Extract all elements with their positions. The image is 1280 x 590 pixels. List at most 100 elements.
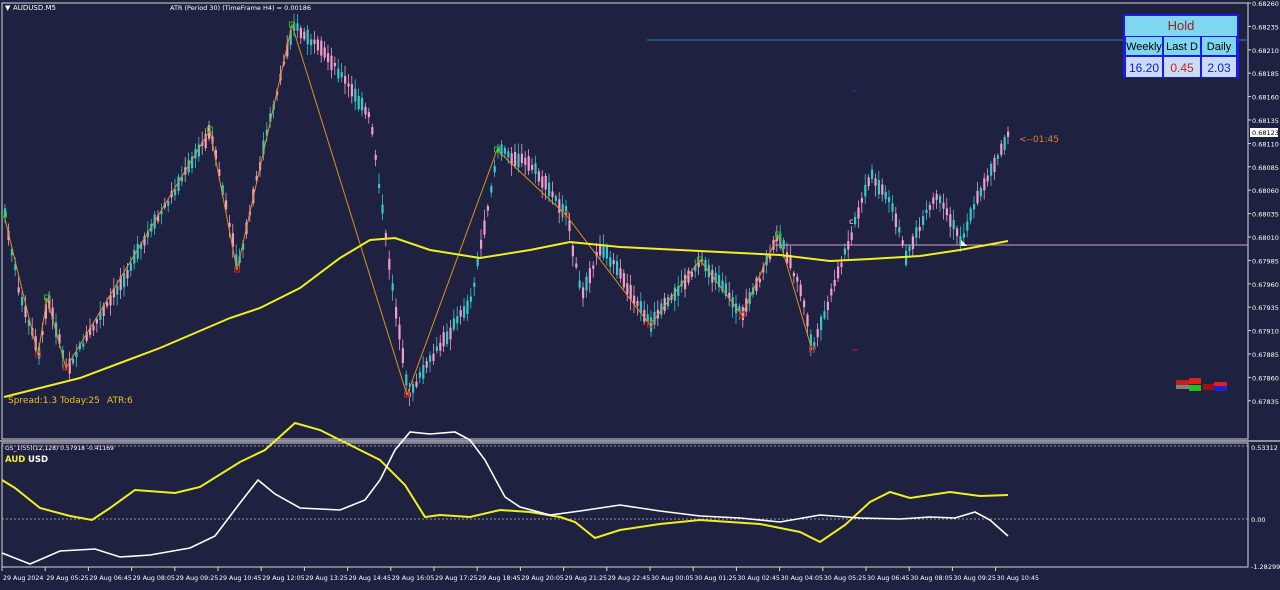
atr-indicator-label: ATR (Period 30) (TimeFrame H4) = 0.00186 — [170, 4, 311, 12]
candle — [847, 241, 850, 250]
candle — [837, 266, 840, 279]
time-tick: 30 Aug 05:25 — [824, 575, 866, 582]
candle — [378, 184, 381, 189]
candle — [551, 191, 554, 198]
candle — [432, 353, 435, 361]
candle — [891, 203, 894, 212]
candle — [932, 197, 935, 204]
candle — [939, 196, 942, 204]
candle — [854, 216, 857, 225]
time-tick: 29 Aug 21:25 — [565, 575, 607, 582]
time-tick: 29 Aug 06:45 — [89, 575, 131, 582]
header-last-d: Last D — [1163, 36, 1201, 56]
candle — [588, 268, 591, 284]
candle — [857, 207, 860, 219]
candle — [782, 240, 785, 250]
candle — [806, 314, 809, 327]
candle — [884, 191, 887, 200]
candle — [979, 187, 982, 197]
time-tick: 29 Aug 12:05 — [262, 575, 304, 582]
candle — [361, 97, 364, 111]
candle — [922, 216, 925, 225]
value-last-d: 0.45 — [1163, 56, 1201, 78]
time-tick: 30 Aug 08:05 — [910, 575, 952, 582]
atr-text: ATR:6 — [107, 396, 133, 406]
candle — [864, 184, 867, 197]
candle — [843, 248, 846, 255]
candle — [429, 355, 432, 362]
time-tick: 29 Aug 16:05 — [392, 575, 434, 582]
candle — [888, 197, 891, 203]
price-tick: 0.68035 — [1252, 211, 1279, 219]
candle — [469, 296, 472, 302]
candle — [126, 269, 129, 279]
candle — [942, 202, 945, 209]
candle — [174, 189, 177, 196]
time-tick: 30 Aug 00:05 — [651, 575, 693, 582]
signal-panel: Hold Weekly Last D Daily 16.20 0.45 2.03 — [1123, 14, 1239, 78]
candle — [439, 342, 442, 351]
candle — [476, 257, 479, 266]
candle — [966, 221, 969, 231]
price-tick: 0.68160 — [1252, 94, 1279, 102]
time-tick: 29 Aug 10:45 — [219, 575, 261, 582]
chart-canvas[interactable]: c ◣ ▼ AUDUSD.M5 ATR (Period 30) (TimeFra… — [0, 0, 1280, 586]
candle — [313, 39, 316, 44]
candle — [537, 171, 540, 182]
trading-chart-window[interactable]: c ◣ ▼ AUDUSD.M5 ATR (Period 30) (TimeFra… — [0, 0, 1280, 586]
candle — [898, 227, 901, 233]
time-tick: 29 Aug 22:45 — [608, 575, 650, 582]
time-tick: 29 Aug 08:05 — [133, 575, 175, 582]
candle — [871, 169, 874, 179]
candle — [337, 68, 340, 79]
time-tick: 30 Aug 01:25 — [694, 575, 736, 582]
bar-countdown: <--01:45 — [1019, 135, 1059, 145]
symbol-label[interactable]: AUDUSD.M5 — [13, 4, 56, 12]
time-tick: 30 Aug 02:45 — [737, 575, 779, 582]
value-weekly: 16.20 — [1125, 56, 1163, 78]
spread-text: Spread:1.3 — [8, 396, 57, 406]
sub-bottom-tick: -1.28299 — [1251, 563, 1280, 571]
time-tick: 30 Aug 09:25 — [953, 575, 995, 582]
candle — [517, 153, 520, 168]
price-tick: 0.67935 — [1252, 304, 1279, 312]
candle — [459, 310, 462, 317]
price-tick: 0.67885 — [1252, 351, 1279, 359]
candle — [983, 178, 986, 191]
candle — [371, 127, 374, 135]
candle — [456, 316, 459, 324]
candle — [877, 180, 880, 195]
candle — [796, 276, 799, 282]
candle — [442, 332, 445, 347]
price-tick: 0.67910 — [1252, 328, 1279, 336]
candle — [850, 232, 853, 240]
candle — [548, 182, 551, 197]
candle — [820, 316, 823, 330]
candle — [347, 83, 350, 87]
candle — [823, 311, 826, 319]
price-tick: 0.67985 — [1252, 257, 1279, 265]
candle — [894, 213, 897, 227]
candle — [803, 300, 806, 308]
candle — [949, 214, 952, 227]
candle — [123, 273, 126, 288]
candle — [602, 245, 605, 258]
candle — [503, 147, 506, 154]
candle — [401, 348, 404, 364]
candle — [367, 112, 370, 118]
candle — [167, 201, 170, 206]
candle — [425, 361, 428, 368]
symbol-dropdown-icon[interactable]: ▼ — [5, 4, 11, 12]
candle — [21, 297, 24, 306]
time-tick: 29 Aug 2024 — [3, 575, 43, 582]
candle — [418, 372, 421, 378]
candle — [609, 257, 612, 267]
candle — [684, 274, 687, 290]
candle — [575, 263, 578, 268]
candle — [129, 263, 132, 271]
candle — [840, 262, 843, 267]
candle — [867, 177, 870, 187]
candle — [357, 96, 360, 110]
time-tick: 30 Aug 04:05 — [781, 575, 823, 582]
candle — [612, 260, 615, 265]
